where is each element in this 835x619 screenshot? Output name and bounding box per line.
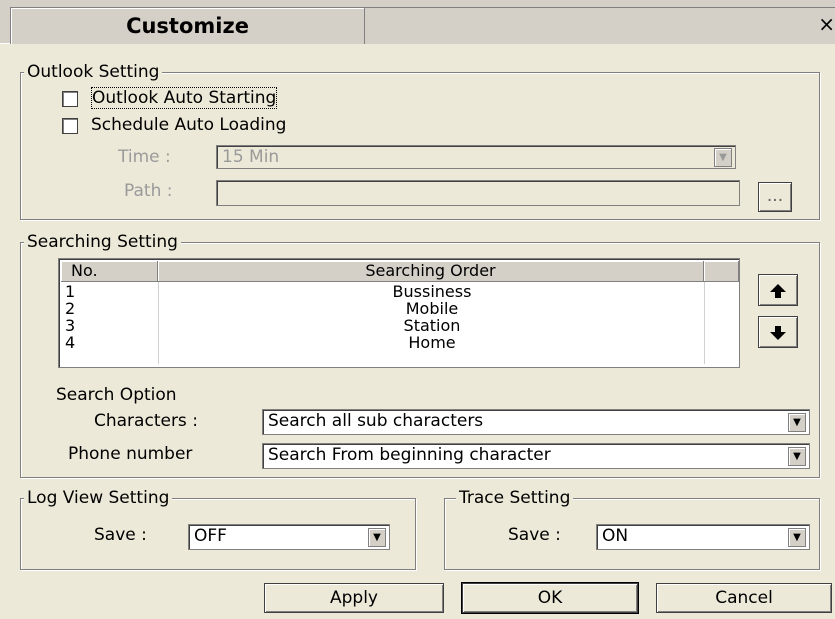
search-option-label: Search Option <box>56 385 177 405</box>
row-no: 4 <box>65 333 76 352</box>
phone-number-select-value: Search From beginning character <box>268 445 551 465</box>
table-row[interactable]: 3 Station <box>61 317 739 334</box>
time-select[interactable]: 15 Min <box>216 145 736 169</box>
cancel-button[interactable]: Cancel <box>656 583 832 613</box>
window-title: Customize <box>10 7 365 44</box>
schedule-auto-loading-label[interactable]: Schedule Auto Loading <box>91 114 286 136</box>
arrow-down-icon <box>770 326 786 340</box>
row-order: Mobile <box>405 299 459 318</box>
outlook-auto-starting-checkbox[interactable] <box>62 91 78 107</box>
column-header-searching-order[interactable]: Searching Order <box>158 261 704 282</box>
table-row[interactable]: 2 Mobile <box>61 300 739 317</box>
phone-number-select[interactable]: Search From beginning character <box>262 443 810 469</box>
phone-number-dropdown-arrow-icon[interactable]: ▼ <box>788 447 806 466</box>
time-dropdown-arrow-icon[interactable]: ▼ <box>714 148 732 167</box>
characters-dropdown-arrow-icon[interactable]: ▼ <box>788 413 806 432</box>
row-order: Bussiness <box>392 282 472 301</box>
searching-setting-legend: Searching Setting <box>24 232 181 252</box>
trace-setting-legend: Trace Setting <box>456 488 574 508</box>
table-row[interactable]: 1 Bussiness <box>61 283 739 300</box>
time-select-value: 15 Min <box>222 147 280 167</box>
ok-button[interactable]: OK <box>461 582 639 614</box>
characters-label: Characters : <box>94 411 198 431</box>
row-order: Station <box>403 316 461 335</box>
trace-dropdown-arrow-icon[interactable]: ▼ <box>788 528 806 547</box>
table-row[interactable]: 4 Home <box>61 334 739 351</box>
column-header-filler <box>704 261 739 282</box>
apply-button[interactable]: Apply <box>264 583 444 613</box>
trace-save-select[interactable]: ON <box>596 524 810 550</box>
schedule-auto-loading-checkbox[interactable] <box>62 118 78 134</box>
move-up-button[interactable] <box>758 274 798 306</box>
row-no: 1 <box>65 282 76 301</box>
browse-button[interactable]: ... <box>758 182 792 212</box>
row-order: Home <box>408 333 456 352</box>
log-view-setting-legend: Log View Setting <box>24 488 173 508</box>
path-label: Path : <box>124 181 173 201</box>
move-down-button[interactable] <box>758 316 798 348</box>
trace-save-label: Save : <box>508 525 561 545</box>
trace-save-value: ON <box>602 526 629 546</box>
path-input[interactable] <box>216 180 740 206</box>
row-no: 3 <box>65 316 76 335</box>
log-view-save-label: Save : <box>94 525 147 545</box>
title-bar-fill <box>365 7 835 44</box>
log-view-save-value: OFF <box>194 526 227 546</box>
phone-number-label: Phone number <box>68 444 193 464</box>
search-order-grid[interactable]: No. Searching Order 1 Bussiness 2 Mobile… <box>58 258 740 368</box>
characters-select[interactable]: Search all sub characters <box>262 409 810 435</box>
close-button[interactable]: × <box>813 10 835 38</box>
outlook-setting-legend: Outlook Setting <box>24 62 163 82</box>
log-view-dropdown-arrow-icon[interactable]: ▼ <box>368 528 386 547</box>
time-label: Time : <box>118 147 171 167</box>
characters-select-value: Search all sub characters <box>268 411 484 431</box>
outlook-auto-starting-label[interactable]: Outlook Auto Starting <box>91 87 278 109</box>
arrow-up-icon <box>770 284 786 298</box>
column-header-no[interactable]: No. <box>61 261 158 282</box>
row-no: 2 <box>65 299 76 318</box>
log-view-save-select[interactable]: OFF <box>188 524 390 550</box>
